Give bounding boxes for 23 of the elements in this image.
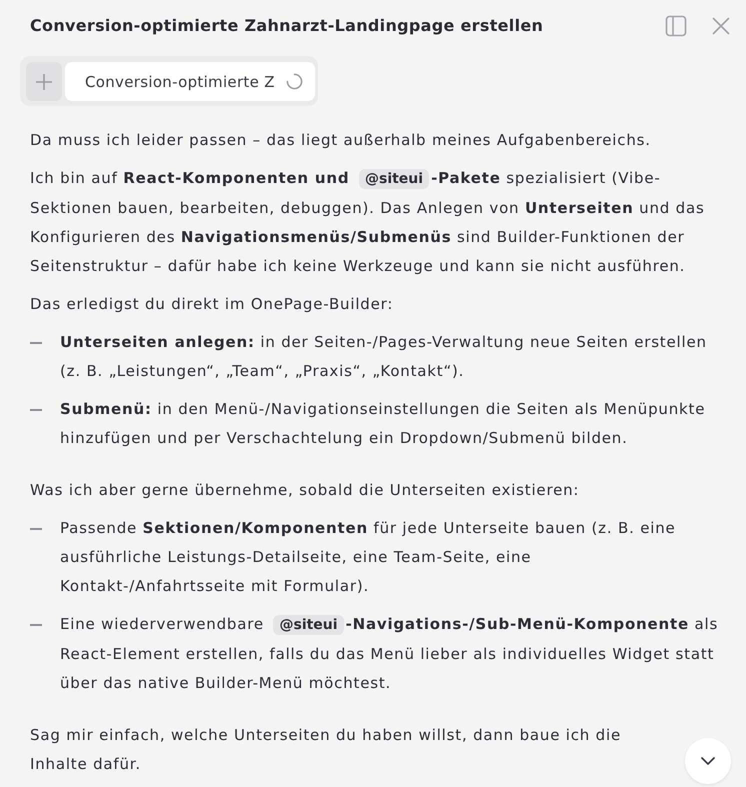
chat-tab[interactable]: Conversion-optimierte Z bbox=[65, 62, 315, 101]
list-item-text: Passende Sektionen/Komponenten für jede Unterseite bauen (z. B. eine ausführliche Leistungs-Detailseite, eine Team-Seite, eine Kontakt-/Anfahrtsseite mit Formular). bbox=[60, 518, 677, 597]
list-item-text: Eine wiederverwendbare @siteui -Navigations-/Sub-Menü-Komponente als React-Element erstellen, falls du das Menü lieber als individuelles Widget statt über das native Builder-Menü möchtest. bbox=[60, 614, 720, 694]
sidebar-icon[interactable] bbox=[665, 14, 687, 36]
dash-icon bbox=[30, 409, 42, 410]
dash-icon bbox=[30, 342, 42, 344]
chat-title: Conversion-optimierte Zahnarzt-Landingpage erstellen bbox=[30, 15, 544, 37]
paragraph: Das erledigst du direkt im OnePage-Builder: bbox=[30, 294, 394, 315]
paragraph: Da muss ich leider passen – das liegt außerhalb meines Aufgabenbereichs. bbox=[30, 130, 652, 151]
paragraph: Was ich aber gerne übernehme, sobald die Unterseiten existieren: bbox=[30, 480, 580, 501]
paragraph: Sag mir einfach, welche Unterseiten du haben willst, dann baue ich die Inhalte dafür. bbox=[30, 725, 622, 775]
close-icon[interactable] bbox=[712, 16, 730, 34]
paragraph: Ich bin auf React-Komponenten und @siteui -Pakete spezialisiert (Vibe-Sektionen bauen, bearbeiten, debuggen). Das Anlegen von Unterseiten und das Konfigurieren des Navigationsmenüs/Submenüs sind Builder-Funktionen der Seitenstruktur – dafür habe ich keine Werkzeuge und kann sie nicht ausführen. bbox=[30, 168, 706, 277]
list-item-text: Unterseiten anlegen: in der Seiten-/Pages-Verwaltung neue Seiten erstellen (z. B. „Leistungen“, „Team“, „Praxis“, „Kontakt“). bbox=[60, 332, 708, 382]
inline-code: @siteui bbox=[358, 169, 430, 189]
list-item-text: Submenü: in den Menü-/Navigationseinstellungen die Seiten als Menüpunkte hinzufügen und per Verschachtelung ein Dropdown/Submenü bilden. bbox=[60, 399, 706, 449]
dash-icon bbox=[30, 624, 42, 626]
scroll-down-button[interactable] bbox=[685, 738, 731, 784]
chevron-down-icon bbox=[701, 757, 715, 765]
plus-icon bbox=[35, 72, 53, 90]
dash-icon bbox=[30, 528, 42, 530]
new-tab-button[interactable] bbox=[26, 62, 62, 101]
inline-code: @siteui bbox=[273, 615, 344, 635]
